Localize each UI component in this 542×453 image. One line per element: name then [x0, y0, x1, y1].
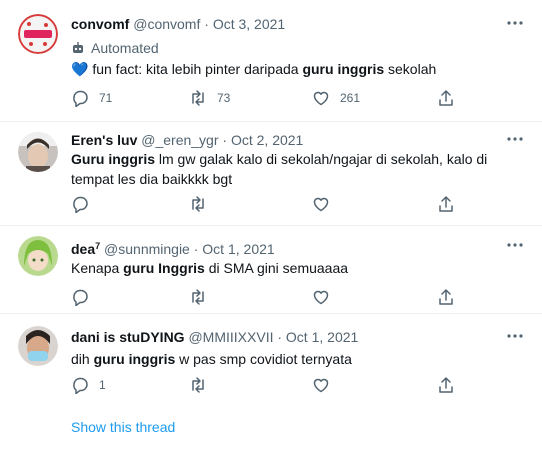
display-name-text: dea — [71, 241, 96, 257]
tweet-text-part: sekolah — [384, 61, 437, 77]
separator-dot: · — [222, 132, 228, 148]
tweet-feed: convomf @convomf · Oct 3, 2021 Automated… — [0, 0, 542, 453]
handle[interactable]: @convomf — [133, 16, 200, 32]
reply-count: 71 — [99, 91, 113, 105]
tweet-text-part: w pas smp covidiot ternyata — [175, 351, 352, 367]
tweet-actions: 1 — [71, 375, 461, 395]
retweet-icon — [192, 90, 204, 106]
tweet-actions — [71, 287, 461, 307]
separator-dot: · — [204, 16, 209, 32]
tweet-date[interactable]: Oct 1, 2021 — [202, 241, 274, 257]
tweet-text-part: dih — [71, 351, 94, 367]
heart-icon — [313, 91, 329, 106]
tweet-text-highlight: guru inggris — [93, 351, 176, 367]
tweet-text-part: Kenapa — [71, 260, 124, 276]
tweet-text: Guru inggris lm gw galak kalo di sekolah… — [71, 149, 524, 189]
tweet[interactable]: dea7 @sunnmingie · Oct 1, 2021 Kenapa gu… — [0, 226, 542, 314]
tweet-date[interactable]: Oct 1, 2021 — [286, 329, 358, 345]
share-icon — [439, 196, 453, 212]
reply-icon — [73, 289, 88, 306]
reply-icon — [73, 196, 88, 213]
tweet-text-part: 💙 fun fact: kita lebih pinter daripada — [71, 61, 303, 77]
like-count: 261 — [340, 91, 361, 105]
retweet-count: 73 — [217, 91, 231, 105]
tweet-text: dih guru inggris w pas smp covidiot tern… — [71, 349, 524, 369]
tweet-text-highlight: Guru inggris — [71, 151, 155, 167]
like-button[interactable]: 261 — [312, 88, 360, 108]
display-name[interactable]: convomf — [71, 16, 129, 32]
tweet-actions — [71, 194, 461, 214]
handle[interactable]: @sunnmingie — [104, 241, 190, 257]
share-icon — [439, 90, 453, 106]
share-button[interactable] — [437, 287, 455, 307]
reply-icon — [73, 377, 88, 394]
handle[interactable]: @MMIIIXXVII — [188, 329, 273, 345]
retweet-button[interactable] — [189, 375, 217, 395]
tweet-text: Kenapa guru Inggris di SMA gini semuaaaa — [71, 258, 524, 278]
retweet-button[interactable]: 73 — [189, 88, 230, 108]
avatar[interactable] — [18, 236, 58, 276]
more-options-icon[interactable] — [506, 236, 524, 254]
tweet-header: dea7 @sunnmingie · Oct 1, 2021 — [71, 237, 502, 258]
avatar[interactable] — [18, 326, 58, 366]
tweet-text-part: di SMA gini semuaaaa — [204, 260, 349, 276]
display-name[interactable]: dea7 — [71, 241, 100, 257]
automated-badge: Automated — [71, 39, 159, 57]
reply-button[interactable] — [71, 287, 99, 307]
tweet-text: 💙 fun fact: kita lebih pinter daripada g… — [71, 59, 524, 79]
retweet-icon — [192, 196, 204, 212]
reply-button[interactable]: 1 — [71, 375, 106, 395]
display-name[interactable]: dani is stuDYING — [71, 329, 185, 345]
like-button[interactable] — [312, 194, 340, 214]
tweet-header: dani is stuDYING @MMIIIXXVII · Oct 1, 20… — [71, 328, 502, 346]
robot-icon — [73, 42, 83, 53]
separator-dot: · — [277, 329, 283, 345]
handle[interactable]: @_eren_ygr — [141, 132, 218, 148]
retweet-icon — [192, 377, 204, 393]
tweet-header: Eren's luv @_eren_ygr · Oct 2, 2021 — [71, 131, 502, 149]
more-options-icon[interactable] — [506, 130, 524, 148]
tweet-date[interactable]: Oct 2, 2021 — [231, 132, 303, 148]
display-name-superscript: 7 — [95, 241, 101, 251]
avatar[interactable] — [18, 14, 58, 54]
heart-icon — [313, 290, 329, 305]
heart-icon — [313, 197, 329, 212]
reply-button[interactable]: 71 — [71, 88, 112, 108]
reply-button[interactable] — [71, 194, 99, 214]
show-thread-link[interactable]: Show this thread — [71, 418, 175, 436]
retweet-button[interactable] — [189, 287, 217, 307]
retweet-icon — [192, 289, 204, 305]
retweet-button[interactable] — [189, 194, 217, 214]
tweet-date[interactable]: Oct 3, 2021 — [213, 16, 285, 32]
like-button[interactable] — [312, 375, 340, 395]
heart-icon — [313, 378, 329, 393]
tweet-actions: 71 73 261 — [71, 88, 461, 108]
automated-label: Automated — [91, 40, 159, 56]
tweet[interactable]: convomf @convomf · Oct 3, 2021 Automated… — [0, 0, 542, 122]
tweet-text-highlight: guru Inggris — [123, 260, 205, 276]
tweet[interactable]: Eren's luv @_eren_ygr · Oct 2, 2021 Guru… — [0, 122, 542, 226]
display-name[interactable]: Eren's luv — [71, 132, 137, 148]
share-button[interactable] — [437, 88, 455, 108]
more-options-icon[interactable] — [506, 327, 524, 345]
share-button[interactable] — [437, 375, 455, 395]
tweet-header: convomf @convomf · Oct 3, 2021 — [71, 15, 502, 33]
like-button[interactable] — [312, 287, 340, 307]
more-options-icon[interactable] — [506, 14, 524, 32]
reply-icon — [73, 90, 88, 107]
avatar[interactable] — [18, 132, 58, 172]
separator-dot: · — [193, 241, 199, 257]
share-icon — [439, 289, 453, 305]
share-icon — [439, 377, 453, 393]
reply-count: 1 — [99, 378, 106, 392]
tweet-text-highlight: guru inggris — [302, 61, 385, 77]
share-button[interactable] — [437, 194, 455, 214]
